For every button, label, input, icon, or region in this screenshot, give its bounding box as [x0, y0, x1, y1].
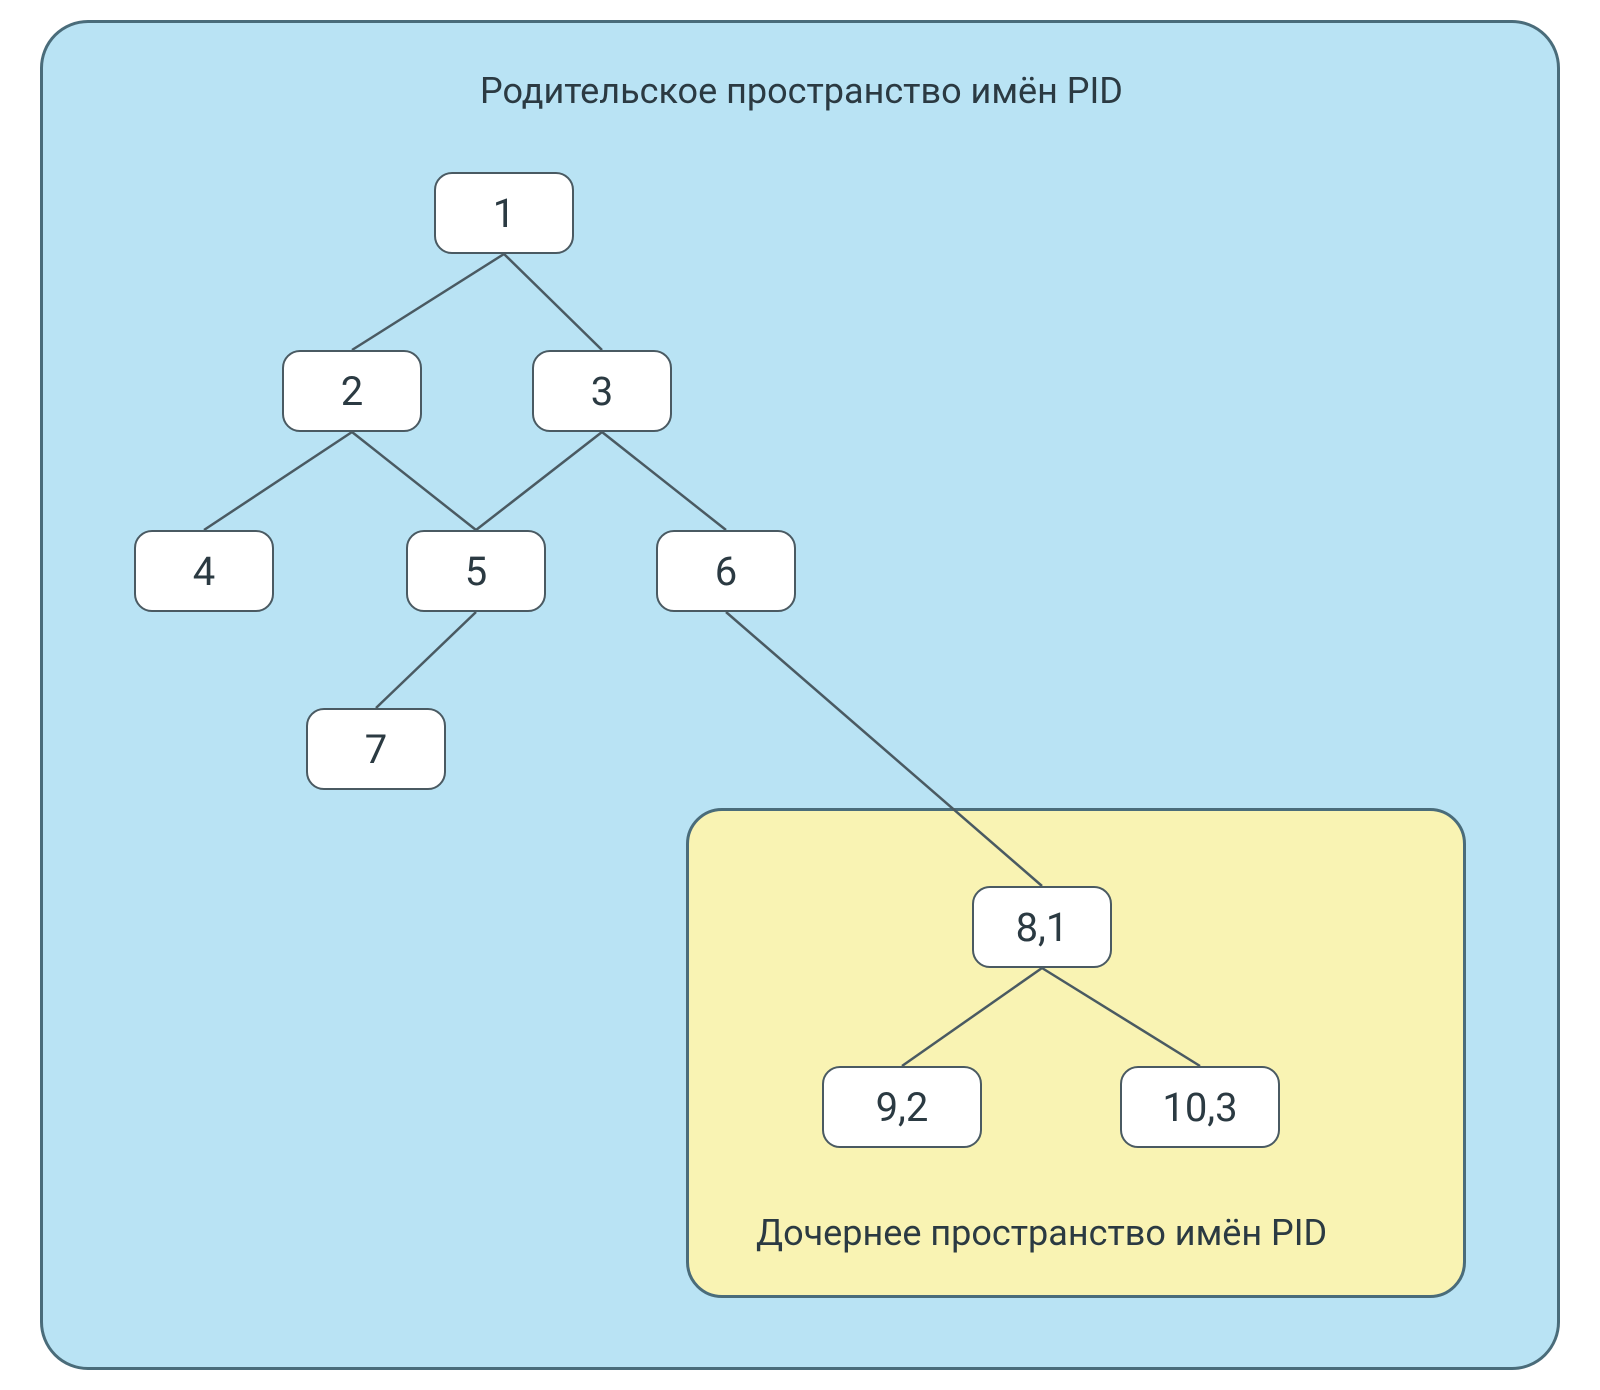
- pid-node-n10: 10,3: [1120, 1066, 1280, 1148]
- pid-node-n8: 8,1: [972, 886, 1112, 968]
- pid-node-n4: 4: [134, 530, 274, 612]
- pid-node-n7: 7: [306, 708, 446, 790]
- pid-node-n6: 6: [656, 530, 796, 612]
- pid-node-n1: 1: [434, 172, 574, 254]
- pid-node-n5: 5: [406, 530, 546, 612]
- parent-namespace-title: Родительское пространство имён PID: [480, 70, 1123, 112]
- diagram-canvas: Родительское пространство имён PID Дочер…: [0, 0, 1600, 1390]
- pid-node-n9: 9,2: [822, 1066, 982, 1148]
- pid-node-n2: 2: [282, 350, 422, 432]
- pid-node-n3: 3: [532, 350, 672, 432]
- child-namespace-title: Дочернее пространство имён PID: [756, 1212, 1327, 1254]
